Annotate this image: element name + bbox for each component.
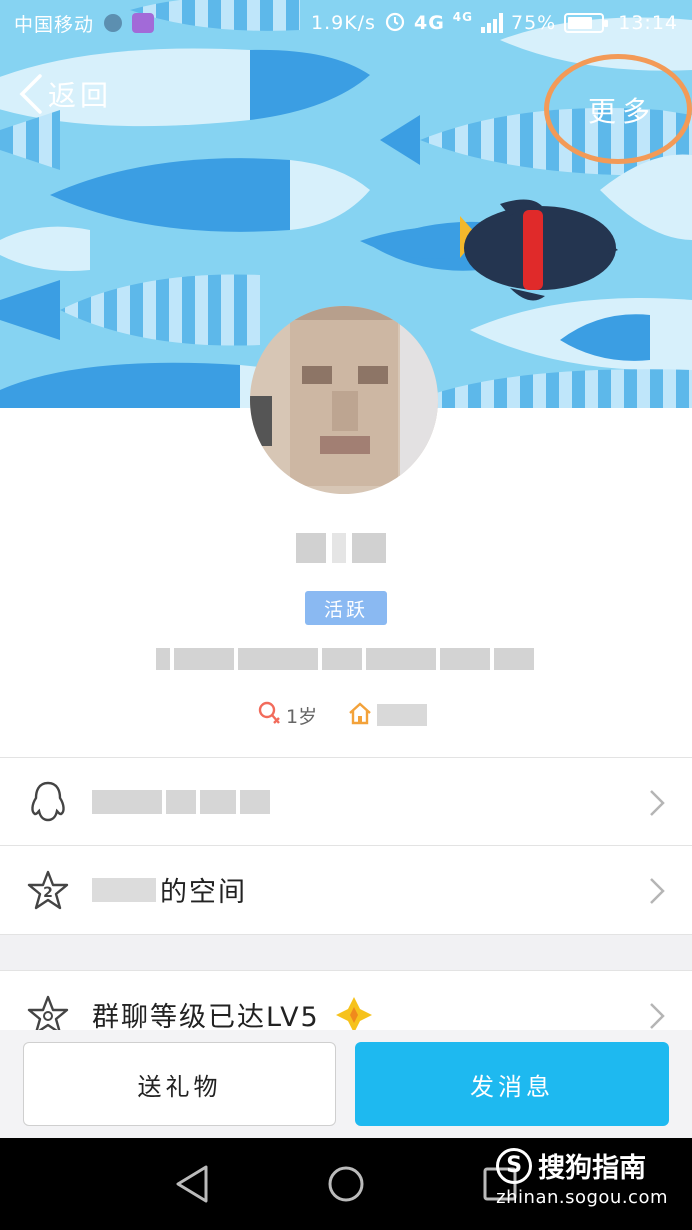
chevron-right-icon [650,790,665,816]
gender-female-icon [256,700,282,731]
more-button[interactable]: 更多 [544,54,692,164]
system-home-button[interactable] [327,1164,365,1204]
network-type-label: 4G [413,12,445,34]
nickname-blurred [296,527,396,569]
system-back-button[interactable] [174,1164,210,1204]
battery-percent-label: 75% [511,12,557,34]
sogou-logo-icon: S [496,1147,533,1184]
star-2-icon: 2 [26,868,70,912]
svg-text:2: 2 [43,885,53,901]
profile-meta: 1岁 [256,700,428,731]
watermark-url: zhinan.sogou.com [496,1187,668,1208]
home-icon [347,700,373,731]
signal-strength-icon [481,13,503,33]
penguin-mascot-icon [360,199,618,301]
group-level-label: 群聊等级已达LV5 [92,1002,320,1033]
qq-account-blurred [92,789,274,814]
group-level-row-body: 群聊等级已达LV5 [92,995,374,1035]
space-owner-blurred [92,877,156,902]
gold-diamond-icon [334,995,374,1035]
network-type-label-2: 4G [452,9,473,24]
age-label: 1岁 [286,705,318,728]
chevron-left-icon [19,74,42,114]
qq-account-row[interactable] [0,757,692,845]
status-bar: 中国移动 1.9K/s 4G 4G 75% 13:14 [0,0,692,46]
send-gift-button[interactable]: 送礼物 [23,1042,336,1126]
qzone-row[interactable]: 2 的空间 [0,845,692,933]
back-button[interactable]: 返回 [18,73,112,115]
carrier-label: 中国移动 [14,13,95,36]
signature-blurred [156,644,536,674]
qzone-row-body: 的空间 [92,870,247,909]
watermark-brand: 搜狗指南 [538,1153,647,1184]
squirrel-notification-icon [104,14,123,32]
image-notification-icon [132,13,155,33]
activity-badge: 活跃 [305,591,387,625]
qq-penguin-icon [26,780,70,824]
space-suffix-label: 的空间 [160,877,247,908]
top-navigation: 返回 更多 [0,54,692,164]
sogou-watermark: S 搜狗指南 zhinan.sogou.com [496,1146,668,1208]
chevron-right-icon [650,878,665,904]
system-navigation-bar: S 搜狗指南 zhinan.sogou.com [0,1138,692,1230]
battery-icon [564,13,609,33]
chevron-right-icon [650,1003,665,1029]
hometown-blurred [377,704,428,726]
bottom-action-bar: 送礼物 发消息 [0,1030,692,1138]
avatar[interactable] [250,306,438,494]
back-button-label: 返回 [48,79,113,112]
send-message-button[interactable]: 发消息 [355,1042,669,1126]
alarm-icon [384,10,406,37]
highlight-circle [544,54,692,164]
clock-label: 13:14 [618,12,678,34]
section-divider [0,934,692,970]
net-speed-label: 1.9K/s [310,12,376,34]
